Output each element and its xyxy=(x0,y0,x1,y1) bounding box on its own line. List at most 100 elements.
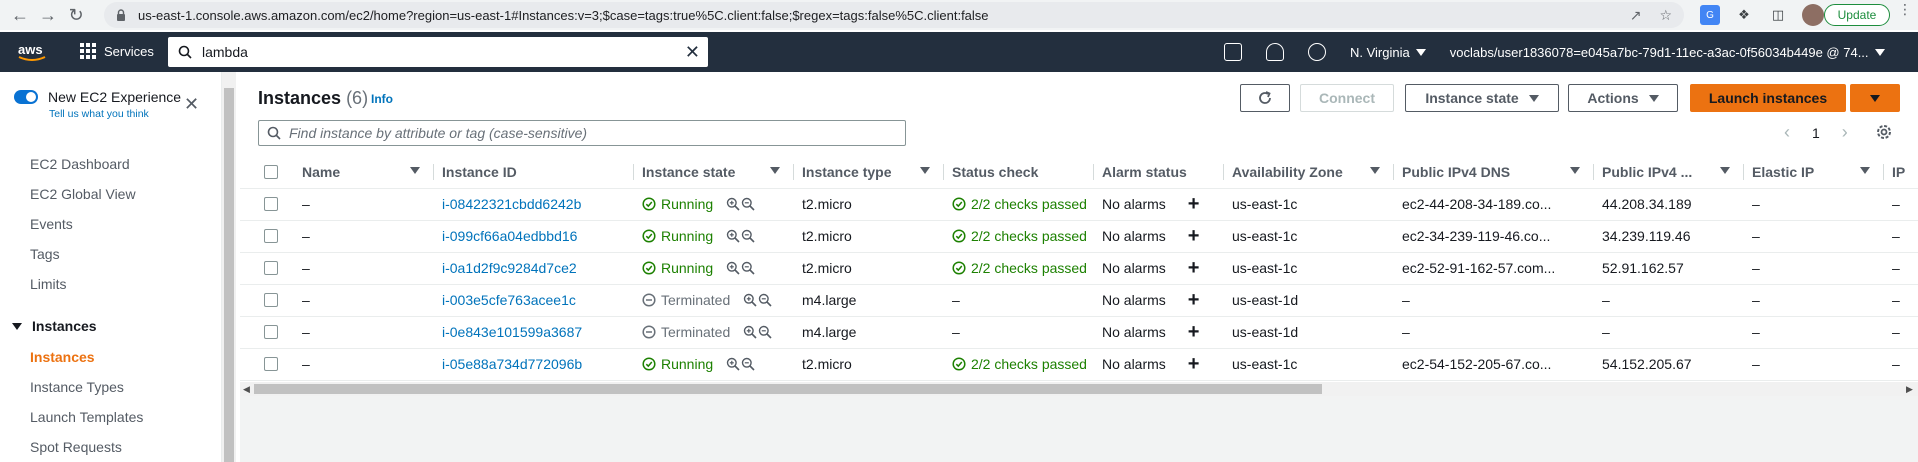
zoom-in-icon[interactable] xyxy=(743,293,757,307)
sidebar-item-events[interactable]: Events xyxy=(30,216,73,232)
add-alarm-icon[interactable]: + xyxy=(1188,258,1200,278)
add-alarm-icon[interactable]: + xyxy=(1188,290,1200,310)
console-search-input[interactable]: lambda ✕ xyxy=(168,37,708,67)
table-row[interactable]: – i-05e88a734d772096b Running t2.micro 2/2 c… xyxy=(240,348,1918,381)
instance-state-dropdown[interactable]: Instance state xyxy=(1405,84,1559,112)
sort-icon[interactable] xyxy=(410,167,420,174)
row-checkbox[interactable] xyxy=(264,325,278,339)
instance-id-link[interactable]: i-05e88a734d772096b xyxy=(442,356,582,372)
close-sidebar-icon[interactable]: ✕ xyxy=(184,94,199,115)
sort-icon[interactable] xyxy=(770,167,780,174)
sort-icon[interactable] xyxy=(920,167,930,174)
share-icon[interactable]: ↗ xyxy=(1630,7,1642,24)
clear-search-icon[interactable]: ✕ xyxy=(685,42,700,63)
prev-page-icon[interactable]: ‹ xyxy=(1784,122,1790,143)
sort-icon[interactable] xyxy=(1370,167,1380,174)
extensions-puzzle-icon[interactable]: ❖ xyxy=(1734,5,1754,25)
sidebar-item-instances[interactable]: Instances xyxy=(30,349,95,365)
tell-us-link[interactable]: Tell us what you think xyxy=(49,108,149,120)
row-checkbox[interactable] xyxy=(264,229,278,243)
connect-button[interactable]: Connect xyxy=(1300,84,1394,112)
browser-menu-icon[interactable]: ⋮ xyxy=(1898,2,1912,16)
zoom-out-icon[interactable] xyxy=(741,261,755,275)
info-link[interactable]: Info xyxy=(371,92,393,106)
gear-icon[interactable] xyxy=(1874,122,1894,142)
zoom-in-icon[interactable] xyxy=(726,229,740,243)
sort-icon[interactable] xyxy=(1860,167,1870,174)
translate-icon[interactable]: G xyxy=(1700,5,1720,25)
zoom-out-icon[interactable] xyxy=(741,229,755,243)
region-selector[interactable]: N. Virginia xyxy=(1350,45,1426,60)
zoom-in-icon[interactable] xyxy=(726,357,740,371)
update-button[interactable]: Update xyxy=(1824,4,1890,26)
refresh-button[interactable] xyxy=(1240,84,1290,112)
aws-logo-icon[interactable]: aws xyxy=(16,41,48,63)
zoom-out-icon[interactable] xyxy=(758,293,772,307)
sort-icon[interactable] xyxy=(1570,167,1580,174)
sidebar-item-instance-types[interactable]: Instance Types xyxy=(30,379,124,395)
sort-icon[interactable] xyxy=(1720,167,1730,174)
notifications-bell-icon[interactable] xyxy=(1266,43,1284,61)
column-header-ip[interactable]: IP xyxy=(1884,156,1918,189)
instance-id-link[interactable]: i-0e843e101599a3687 xyxy=(442,324,582,340)
sidebar-item-limits[interactable]: Limits xyxy=(30,276,67,292)
add-alarm-icon[interactable]: + xyxy=(1188,194,1200,214)
zoom-in-icon[interactable] xyxy=(743,325,757,339)
toggle-switch[interactable] xyxy=(14,90,38,104)
account-menu[interactable]: voclabs/user1836078=e045a7bc-79d1-11ec-a… xyxy=(1450,45,1885,60)
back-arrow-icon[interactable]: ← xyxy=(6,1,34,29)
sidebar-item-ec2-global-view[interactable]: EC2 Global View xyxy=(30,186,136,202)
column-header-availability-zone[interactable]: Availability Zone xyxy=(1224,156,1394,189)
table-row[interactable]: – i-0a1d2f9c9284d7ce2 Running t2.micro 2/2 c… xyxy=(240,252,1918,285)
row-checkbox[interactable] xyxy=(264,293,278,307)
bookmark-star-icon[interactable]: ☆ xyxy=(1659,7,1672,24)
sidebar-item-ec2-dashboard[interactable]: EC2 Dashboard xyxy=(30,156,130,172)
help-icon[interactable] xyxy=(1308,43,1326,61)
address-bar[interactable]: us-east-1.console.aws.amazon.com/ec2/hom… xyxy=(104,2,1684,28)
add-alarm-icon[interactable]: + xyxy=(1188,322,1200,342)
zoom-out-icon[interactable] xyxy=(758,325,772,339)
launch-options-dropdown[interactable] xyxy=(1850,84,1900,112)
column-header-instance-id[interactable]: Instance ID xyxy=(434,156,634,189)
zoom-in-icon[interactable] xyxy=(726,261,740,275)
table-row[interactable]: – i-003e5cfe763acee1c Terminated m4.large – N… xyxy=(240,284,1918,317)
profile-avatar[interactable] xyxy=(1802,4,1824,26)
column-header-instance-type[interactable]: Instance type xyxy=(794,156,944,189)
sidebar-scroll-thumb[interactable] xyxy=(224,88,234,462)
sidebar-item-spot-requests[interactable]: Spot Requests xyxy=(30,439,122,455)
instance-id-link[interactable]: i-08422321cbdd6242b xyxy=(442,196,581,212)
sidebar-group-instances[interactable]: Instances xyxy=(12,318,97,334)
select-all-checkbox[interactable] xyxy=(264,164,278,179)
services-menu[interactable]: Services xyxy=(80,43,154,59)
column-header-public-ip[interactable]: Public IPv4 ... xyxy=(1594,156,1744,189)
sidebar-item-launch-templates[interactable]: Launch Templates xyxy=(30,409,143,425)
reload-icon[interactable]: ↻ xyxy=(62,1,90,29)
row-checkbox[interactable] xyxy=(264,197,278,211)
column-header-status-check[interactable]: Status check xyxy=(944,156,1094,189)
actions-dropdown[interactable]: Actions xyxy=(1568,84,1678,112)
column-header-elastic-ip[interactable]: Elastic IP xyxy=(1744,156,1884,189)
instance-filter-input[interactable]: Find instance by attribute or tag (case-… xyxy=(258,120,906,146)
table-row[interactable]: – i-0e843e101599a3687 Terminated m4.large – N… xyxy=(240,316,1918,349)
table-row[interactable]: – i-08422321cbdd6242b Running t2.micro 2/2 c… xyxy=(240,188,1918,221)
column-header-instance-state[interactable]: Instance state xyxy=(634,156,794,189)
row-checkbox[interactable] xyxy=(264,357,278,371)
cloudshell-icon[interactable] xyxy=(1224,43,1242,61)
zoom-out-icon[interactable] xyxy=(741,357,755,371)
instance-id-link[interactable]: i-099cf66a04edbbd16 xyxy=(442,228,577,244)
scroll-left-icon[interactable]: ◀ xyxy=(243,384,250,395)
scroll-right-icon[interactable]: ▶ xyxy=(1906,384,1913,395)
sidebar-item-tags[interactable]: Tags xyxy=(30,246,60,262)
page-number[interactable]: 1 xyxy=(1812,125,1820,141)
add-alarm-icon[interactable]: + xyxy=(1188,226,1200,246)
forward-arrow-icon[interactable]: → xyxy=(34,1,62,29)
zoom-in-icon[interactable] xyxy=(726,197,740,211)
new-experience-toggle[interactable]: New EC2 Experience xyxy=(14,89,181,105)
table-scroll-thumb[interactable] xyxy=(254,384,1322,394)
add-alarm-icon[interactable]: + xyxy=(1188,354,1200,374)
column-header-name[interactable]: Name xyxy=(294,156,434,189)
zoom-out-icon[interactable] xyxy=(741,197,755,211)
instance-id-link[interactable]: i-003e5cfe763acee1c xyxy=(442,292,576,308)
launch-instances-button[interactable]: Launch instances xyxy=(1690,84,1846,112)
next-page-icon[interactable]: › xyxy=(1842,122,1848,143)
